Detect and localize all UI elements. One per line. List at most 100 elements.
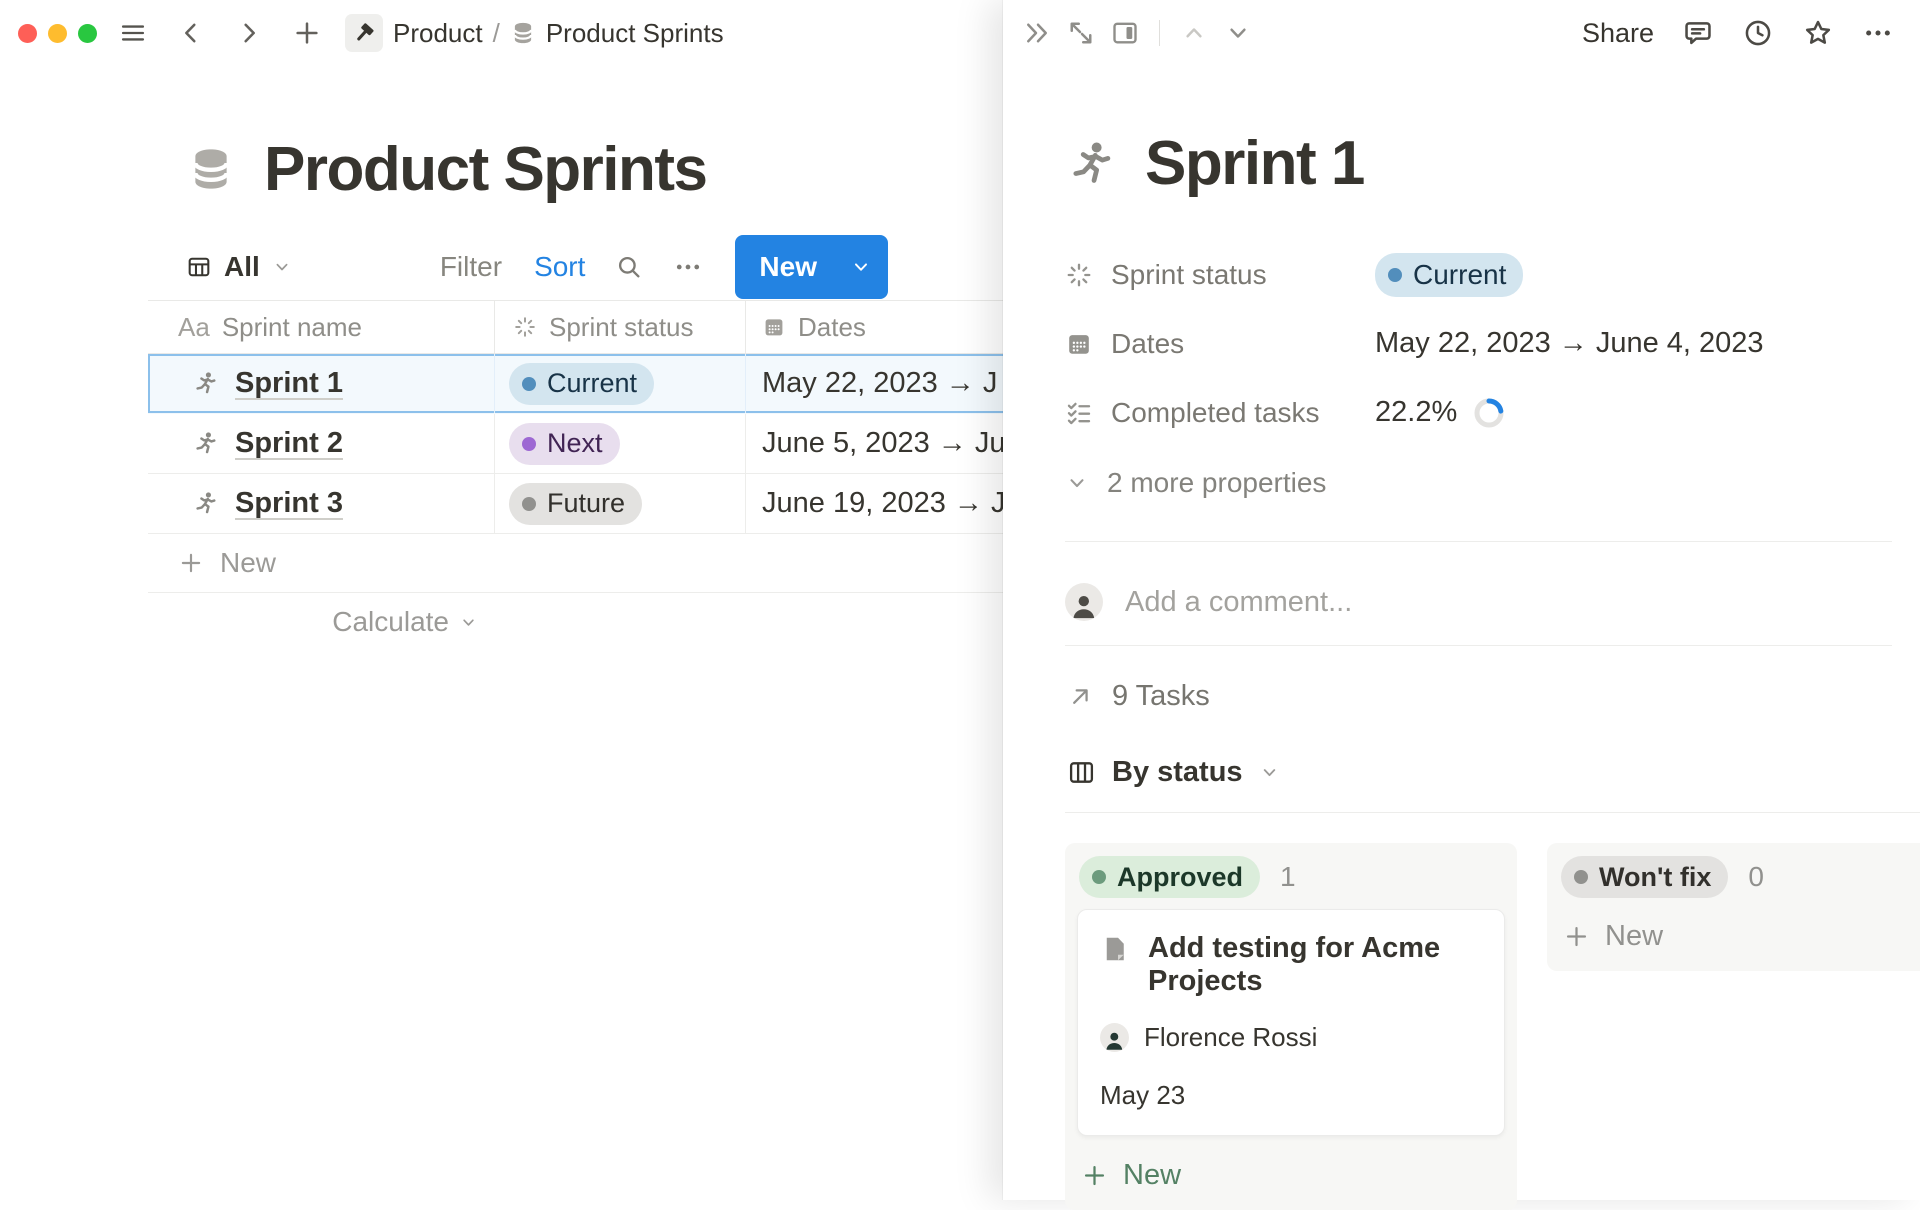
share-button[interactable]: Share [1582,18,1654,49]
calculate-button[interactable]: Calculate [148,593,494,651]
column-header-sprint-name[interactable]: Aa Sprint name [148,301,494,353]
property-value[interactable]: May 22, 2023 → June 4, 2023 [1375,327,1764,360]
progress-ring [1473,397,1505,429]
sprint-page-link[interactable]: Sprint 2 [235,427,343,460]
comments-icon[interactable] [1682,17,1714,49]
property-row-sprint-status: Sprint status Current [1065,240,1895,309]
column-header-dates[interactable]: Dates [745,301,1003,353]
table-header-row: Aa Sprint name Sprint status Dates [148,300,1003,354]
more-properties-toggle[interactable]: 2 more properties [1065,447,1895,519]
previous-page-icon[interactable] [1175,14,1213,52]
sort-button[interactable]: Sort [534,251,585,283]
board-new-card-button[interactable]: New [1559,911,1908,961]
teamspace-hammer-icon[interactable] [345,14,383,52]
page-icon [1100,934,1130,964]
board-column-header[interactable]: Won't fix 0 [1559,853,1908,901]
page-title[interactable]: Product Sprints [264,134,707,205]
property-value[interactable]: 22.2% [1375,396,1505,429]
chevron-down-icon [1259,762,1280,783]
next-page-icon[interactable] [1219,14,1257,52]
chevron-down-icon [272,257,292,277]
status-dot [522,377,536,391]
arrow-up-right-icon [1067,683,1094,710]
table-new-row-button[interactable]: New [148,534,1003,593]
side-peek-icon[interactable] [1106,14,1144,52]
chevron-down-icon [1065,471,1089,495]
sidebar-toggle-icon[interactable] [115,15,151,51]
cell-dates[interactable]: May 22, 2023 → J [745,354,1003,413]
minimize-window-button[interactable] [48,24,67,43]
updates-clock-icon[interactable] [1742,17,1774,49]
property-row-dates: Dates May 22, 2023 → June 4, 2023 [1065,309,1895,378]
property-label[interactable]: Sprint status [1065,259,1375,291]
property-value[interactable]: Current [1375,253,1523,297]
status-property-icon [513,315,537,339]
window-topbar: Product / Product Sprints [0,0,1003,66]
more-options-icon[interactable] [673,252,703,282]
avatar [1065,583,1103,621]
checklist-icon [1065,399,1093,427]
table-row-sprint-2[interactable]: Sprint 2 Next June 5, 2023 → Ju [148,414,1003,474]
status-dot [522,497,536,511]
page-title[interactable]: Sprint 1 [1145,128,1364,199]
comment-input-row[interactable]: Add a comment... [1065,570,1352,634]
more-options-icon[interactable] [1862,17,1894,49]
table-view-icon [186,254,212,280]
search-icon[interactable] [615,253,643,281]
property-label[interactable]: Completed tasks [1065,397,1375,429]
cell-dates[interactable]: June 19, 2023 → J [745,474,1003,533]
breadcrumb-parent[interactable]: Product [393,18,483,49]
column-header-sprint-status[interactable]: Sprint status [494,301,745,353]
status-property-icon [1065,261,1093,289]
cell-sprint-name[interactable]: Sprint 3 [148,474,494,533]
board-view-icon [1067,758,1096,787]
more-properties-label: 2 more properties [1107,467,1326,499]
board-view-tab[interactable]: By status [1067,756,1280,789]
favorite-star-icon[interactable] [1802,17,1834,49]
zoom-window-button[interactable] [78,24,97,43]
sprint-page-link[interactable]: Sprint 1 [235,367,343,400]
breadcrumb-separator: / [493,18,500,49]
new-page-icon[interactable] [289,15,325,51]
calculate-label: Calculate [332,606,449,638]
group-pill: Approved [1079,856,1260,898]
plus-icon [1563,923,1590,950]
tasks-backlink[interactable]: 9 Tasks [1067,680,1210,713]
comment-placeholder[interactable]: Add a comment... [1125,586,1352,619]
close-peek-icon[interactable] [1018,14,1056,52]
nav-forward-icon[interactable] [231,15,267,51]
new-button[interactable]: New [735,235,888,299]
card-title-row: Add testing for Acme Projects [1100,932,1480,998]
status-pill: Current [509,363,654,405]
divider [1065,812,1920,813]
board-new-card-button[interactable]: New [1077,1150,1505,1200]
cell-sprint-status[interactable]: Next [494,414,745,473]
cell-sprint-status[interactable]: Future [494,474,745,533]
text-property-icon: Aa [178,312,210,343]
cell-sprint-name[interactable]: Sprint 1 [148,354,494,413]
cell-sprint-name[interactable]: Sprint 2 [148,414,494,473]
status-dot [1388,268,1402,282]
view-tab-all[interactable]: All [186,251,292,283]
table-row-sprint-1[interactable]: Sprint 1 Current May 22, 2023 → J [148,354,1003,414]
database-icon [186,144,236,194]
peek-title-block: Sprint 1 [1065,128,1364,199]
card-assignee-row: Florence Rossi [1100,1022,1480,1053]
runner-icon [192,430,219,457]
nav-back-icon[interactable] [173,15,209,51]
properties-list: Sprint status Current Dates May 22, 2023… [1065,240,1895,519]
board-card[interactable]: Add testing for Acme Projects Florence R… [1077,909,1505,1136]
close-window-button[interactable] [18,24,37,43]
chevron-down-icon[interactable] [850,256,872,278]
sprint-page-link[interactable]: Sprint 3 [235,487,343,520]
avatar [1100,1023,1129,1052]
cell-dates[interactable]: June 5, 2023 → Ju [745,414,1003,473]
filter-button[interactable]: Filter [440,251,502,283]
table-row-sprint-3[interactable]: Sprint 3 Future June 19, 2023 → J [148,474,1003,534]
expand-page-icon[interactable] [1062,14,1100,52]
board-column-header[interactable]: Approved 1 [1077,853,1505,901]
cell-sprint-status[interactable]: Current [494,354,745,413]
breadcrumb-current[interactable]: Product Sprints [546,18,724,49]
status-dot [522,437,536,451]
property-label[interactable]: Dates [1065,328,1375,360]
